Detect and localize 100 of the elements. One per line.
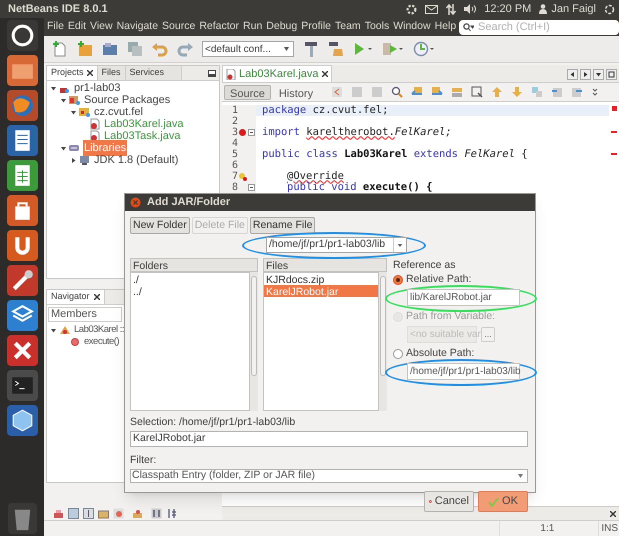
error-stripe-mark[interactable]	[612, 106, 616, 111]
open-folder-icon[interactable]	[102, 41, 118, 57]
scrollbar[interactable]	[379, 272, 387, 410]
dropdown-icon[interactable]	[593, 69, 604, 80]
panel-tab[interactable]: Services	[126, 66, 182, 80]
configuration-dropdown[interactable]: <default conf...	[202, 41, 294, 57]
network-arrows-icon[interactable]	[446, 4, 456, 14]
box-icon[interactable]	[6, 300, 38, 331]
profile-clock-icon[interactable]	[413, 41, 435, 57]
scrollbar[interactable]	[250, 272, 258, 410]
expanded-triangle-icon[interactable]	[50, 84, 57, 92]
trash-icon[interactable]	[6, 503, 38, 534]
expanded-triangle-icon[interactable]	[70, 108, 77, 116]
double-chevron-icon[interactable]	[591, 86, 600, 98]
folder-list[interactable]: ./ ../	[130, 272, 250, 410]
close-icon[interactable]	[322, 71, 328, 77]
editor-tab[interactable]: Lab03Karel.java	[222, 65, 332, 82]
wrench-icon[interactable]	[6, 265, 38, 296]
arrow-left-icon[interactable]	[411, 86, 424, 98]
close-icon[interactable]	[610, 510, 616, 516]
menu-item[interactable]: Help	[434, 19, 456, 35]
dialog-button[interactable]: Rename File	[250, 216, 316, 234]
selection-icon[interactable]	[471, 86, 484, 98]
menu-item[interactable]: Refactor	[199, 19, 240, 35]
menu-item[interactable]: Edit	[68, 19, 86, 35]
folder-dropdown[interactable]: /home/jf/pr1/pr1-lab03/lib	[266, 236, 407, 252]
collapsed-triangle-icon[interactable]	[70, 156, 77, 164]
menu-item[interactable]: Navigate	[116, 19, 158, 35]
ok-button[interactable]: OK	[478, 491, 528, 512]
file-name-field[interactable]: KarelJRobot.jar	[130, 431, 528, 448]
gear-icon[interactable]	[406, 4, 418, 14]
expanded-triangle-icon[interactable]	[60, 144, 67, 152]
error-icon[interactable]	[239, 129, 246, 136]
menu-item[interactable]: Source	[162, 19, 196, 35]
menu-item[interactable]: Debug	[266, 19, 298, 35]
hammer-icon[interactable]	[303, 41, 319, 57]
indent-right-icon[interactable]	[571, 86, 584, 98]
menu-item[interactable]: Window	[393, 19, 431, 35]
expanded-triangle-icon[interactable]	[60, 96, 67, 104]
path-field[interactable]: lib/KarelJRobot.jar	[407, 289, 520, 306]
cancel-button[interactable]: Cancel	[424, 491, 474, 512]
tree-item[interactable]: execute()	[83, 334, 120, 350]
minimize-icon[interactable]	[208, 70, 216, 76]
panel-tab[interactable]: Navigator	[47, 290, 105, 304]
globe-icon[interactable]	[6, 90, 38, 121]
horseshoe-icon[interactable]	[6, 230, 38, 261]
clock[interactable]: 12:20 PM	[484, 0, 532, 18]
maximize-icon[interactable]	[606, 69, 617, 80]
folder-icon[interactable]	[6, 55, 38, 86]
list-item[interactable]: ./	[131, 272, 249, 284]
menu-item[interactable]: View	[90, 19, 113, 35]
arrow-right-icon[interactable]	[431, 86, 444, 98]
speaker-icon[interactable]	[464, 4, 476, 14]
view-tab[interactable]: History	[272, 84, 320, 100]
shopping-bag-icon[interactable]	[6, 195, 38, 226]
cake-icon[interactable]	[132, 508, 143, 518]
bulb-icon[interactable]	[238, 172, 246, 180]
scroll-right-icon[interactable]	[580, 69, 591, 80]
file-list[interactable]: KJRdocs.zip KarelJRobot.jar	[263, 272, 379, 410]
radio-button[interactable]	[393, 274, 403, 284]
envelope-icon[interactable]	[425, 4, 438, 14]
user-name[interactable]: Jan Faigl	[551, 0, 596, 18]
broom-hammer-icon[interactable]	[328, 41, 344, 57]
document-icon[interactable]	[6, 125, 38, 156]
menu-item[interactable]: Run	[243, 19, 262, 35]
list-item[interactable]: ../	[131, 284, 249, 296]
bracket-icon[interactable]	[83, 508, 94, 518]
cube-icon[interactable]	[6, 405, 38, 436]
panel-tab[interactable]: Projects	[47, 66, 98, 80]
menu-item[interactable]: File	[47, 19, 64, 35]
cake-icon[interactable]	[53, 508, 64, 518]
magnifier-icon[interactable]	[391, 86, 404, 98]
power-icon[interactable]	[604, 4, 615, 14]
fold-icon[interactable]	[248, 129, 255, 136]
badge-icon[interactable]	[113, 508, 124, 518]
radio-button[interactable]	[393, 348, 403, 358]
scroll-left-icon[interactable]	[567, 69, 578, 80]
square-icon[interactable]	[68, 508, 79, 518]
view-tab[interactable]: Source	[224, 84, 271, 100]
menu-item[interactable]: Profile	[301, 19, 331, 35]
briefcase-icon[interactable]	[98, 508, 109, 518]
spreadsheet-icon[interactable]	[6, 160, 38, 191]
new-file-icon[interactable]	[52, 41, 68, 57]
close-icon[interactable]	[86, 70, 93, 76]
members-dropdown[interactable]: Members	[48, 307, 122, 322]
dash-icon[interactable]	[6, 20, 38, 51]
expanded-triangle-icon[interactable]	[50, 326, 57, 334]
filter-dropdown[interactable]: Classpath Entry (folder, ZIP or JAR file)	[130, 469, 528, 483]
panel-tab[interactable]: Files	[98, 66, 126, 80]
fold-icon[interactable]	[248, 184, 255, 191]
dialog-button[interactable]: New Folder	[130, 216, 190, 234]
tree-item[interactable]: Lab03Karel ::	[73, 322, 126, 338]
list-item[interactable]: KJRdocs.zip	[264, 272, 378, 284]
close-icon[interactable]	[94, 294, 100, 300]
new-project-icon[interactable]	[77, 41, 93, 57]
back-icon[interactable]	[331, 86, 344, 98]
menu-item[interactable]: Team	[335, 19, 361, 35]
menu-item[interactable]: Tools	[364, 19, 390, 35]
x-mark-icon[interactable]	[6, 335, 38, 366]
indent-left-icon[interactable]	[551, 86, 564, 98]
